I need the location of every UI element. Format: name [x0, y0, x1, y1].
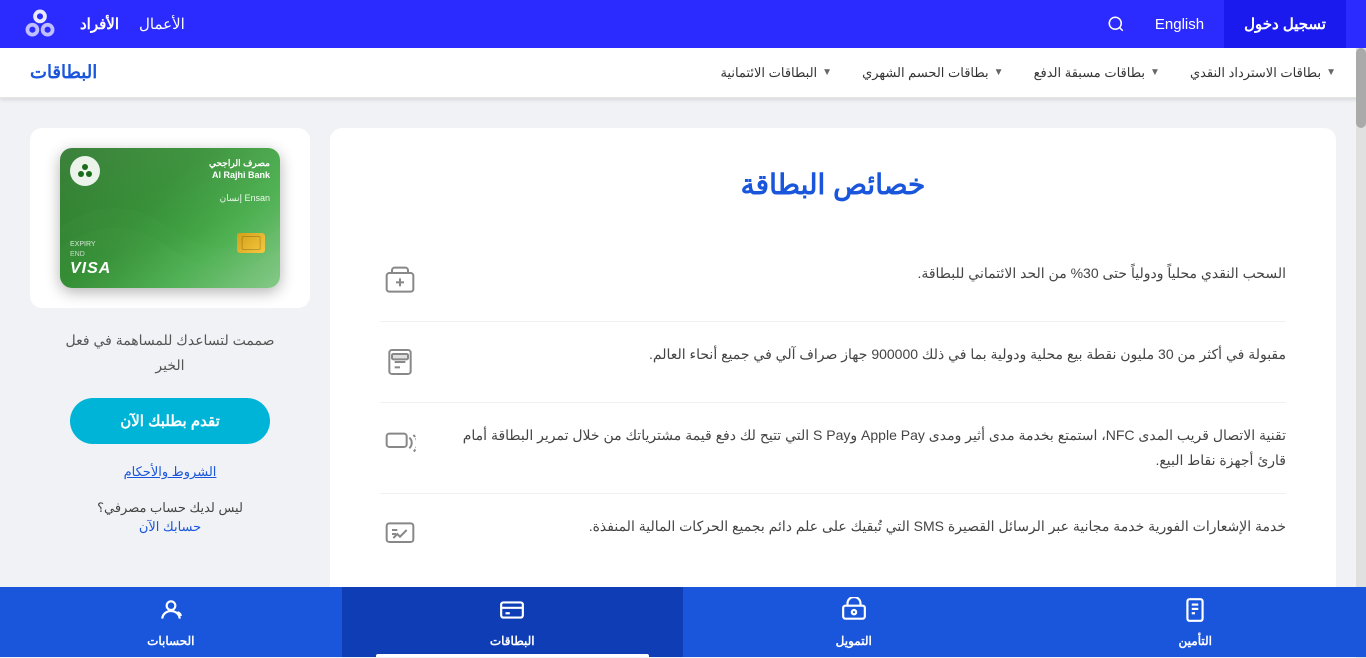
rajhi-logo-icon — [75, 161, 95, 181]
bank-logo — [20, 4, 60, 44]
logo-icon — [21, 5, 59, 43]
feature-item-sms: خدمة الإشعارات الفورية خدمة مجانية عبر ا… — [380, 494, 1286, 574]
card-visual: مصرف الراجحي Al Rajhi Bank Ensan إنسان E… — [60, 148, 280, 288]
feature-text-nfc: تقنية الاتصال قريب المدى NFC، استمتع بخد… — [435, 423, 1286, 473]
card-bank-name: مصرف الراجحي Al Rajhi Bank — [209, 158, 270, 181]
account-prompt-text: ليس لديك حساب مصرفي؟ — [97, 500, 243, 516]
chevron-down-icon: ▼ — [1326, 67, 1336, 78]
apply-button[interactable]: تقدم بطلبك الآن — [70, 398, 270, 444]
nav-item-individuals[interactable]: الأفراد — [80, 15, 119, 33]
card-bank-logo — [70, 156, 100, 186]
nav-cashback-cards[interactable]: ▼ بطاقات الاسترداد النقدي — [1190, 65, 1336, 81]
cards-section-title: البطاقات — [30, 62, 97, 83]
sms-icon — [380, 514, 420, 554]
top-nav-left: تسجيل دخول English — [1097, 0, 1346, 48]
english-button[interactable]: English — [1135, 0, 1224, 48]
card-image-container: مصرف الراجحي Al Rajhi Bank Ensan إنسان E… — [30, 128, 310, 308]
chevron-down-icon: ▼ — [822, 67, 832, 78]
insurance-label: التأمين — [1179, 634, 1212, 648]
scrollbar[interactable] — [1356, 48, 1366, 658]
atm-icon — [380, 261, 420, 301]
card-expiry-label: EXPIRY — [70, 241, 96, 248]
card-features-panel: خصائص البطاقة السحب النقدي محلياً ودوليا… — [330, 128, 1336, 628]
top-navigation: تسجيل دخول English الأعمال الأفراد — [0, 0, 1366, 48]
bottom-nav-insurance[interactable]: التأمين — [1025, 587, 1366, 657]
card-network-logo: VISA — [70, 260, 111, 278]
bottom-nav-cards[interactable]: البطاقات — [342, 587, 684, 657]
login-button[interactable]: تسجيل دخول — [1224, 0, 1346, 48]
secondary-navigation: ▼ بطاقات الاسترداد النقدي ▼ بطاقات مسبقة… — [0, 48, 1366, 98]
card-chip — [237, 233, 265, 253]
accounts-label: الحسابات — [147, 634, 194, 648]
bottom-nav-finance[interactable]: التمويل — [683, 587, 1025, 657]
nav-debit-cards[interactable]: ▼ بطاقات الحسم الشهري — [862, 65, 1004, 81]
terms-link[interactable]: الشروط والأحكام — [124, 464, 217, 480]
account-section: ليس لديك حساب مصرفي؟ حسابك الآن — [97, 500, 243, 535]
right-panel: مصرف الراجحي Al Rajhi Bank Ensan إنسان E… — [30, 128, 310, 628]
card-end-label: END — [70, 251, 85, 258]
search-button[interactable] — [1097, 0, 1135, 48]
search-icon — [1107, 15, 1125, 33]
feature-list: السحب النقدي محلياً ودولياً حتى 30% من ا… — [380, 241, 1286, 574]
bottom-navigation: التأمين التمويل البطاقات — [0, 587, 1366, 657]
accounts-icon — [158, 597, 184, 629]
chevron-down-icon: ▼ — [994, 67, 1004, 78]
nfc-icon — [380, 423, 420, 463]
feature-text-atm: السحب النقدي محلياً ودولياً حتى 30% من ا… — [435, 261, 1286, 286]
secondary-nav-items: ▼ بطاقات الاسترداد النقدي ▼ بطاقات مسبقة… — [720, 65, 1336, 81]
insurance-icon — [1182, 597, 1208, 629]
scrollbar-thumb[interactable] — [1356, 48, 1366, 128]
card-ensan-label: Ensan إنسان — [220, 193, 270, 204]
feature-text-sms: خدمة الإشعارات الفورية خدمة مجانية عبر ا… — [435, 514, 1286, 539]
card-subtitle: صممت لتساعدك للمساهمة في فعل الخير — [56, 328, 285, 378]
open-account-link[interactable]: حسابك الآن — [97, 519, 243, 535]
cards-label: البطاقات — [490, 634, 535, 648]
card-panel-title: خصائص البطاقة — [380, 168, 1286, 201]
nav-prepaid-cards[interactable]: ▼ بطاقات مسبقة الدفع — [1034, 65, 1160, 81]
main-content: خصائص البطاقة السحب النقدي محلياً ودوليا… — [0, 98, 1366, 658]
pos-icon — [380, 342, 420, 382]
finance-icon — [841, 597, 867, 629]
chevron-down-icon: ▼ — [1150, 67, 1160, 78]
bottom-nav-accounts[interactable]: الحسابات — [0, 587, 342, 657]
feature-text-pos: مقبولة في أكثر من 30 مليون نقطة بيع محلي… — [435, 342, 1286, 367]
finance-label: التمويل — [836, 634, 872, 648]
feature-item-pos: مقبولة في أكثر من 30 مليون نقطة بيع محلي… — [380, 322, 1286, 403]
nav-item-business[interactable]: الأعمال — [139, 15, 185, 33]
feature-item-atm: السحب النقدي محلياً ودولياً حتى 30% من ا… — [380, 241, 1286, 322]
cards-icon — [499, 597, 525, 629]
nav-credit-cards[interactable]: ▼ البطاقات الائتمانية — [720, 65, 832, 81]
feature-item-nfc: تقنية الاتصال قريب المدى NFC، استمتع بخد… — [380, 403, 1286, 494]
top-nav-right: الأعمال الأفراد — [20, 4, 185, 44]
